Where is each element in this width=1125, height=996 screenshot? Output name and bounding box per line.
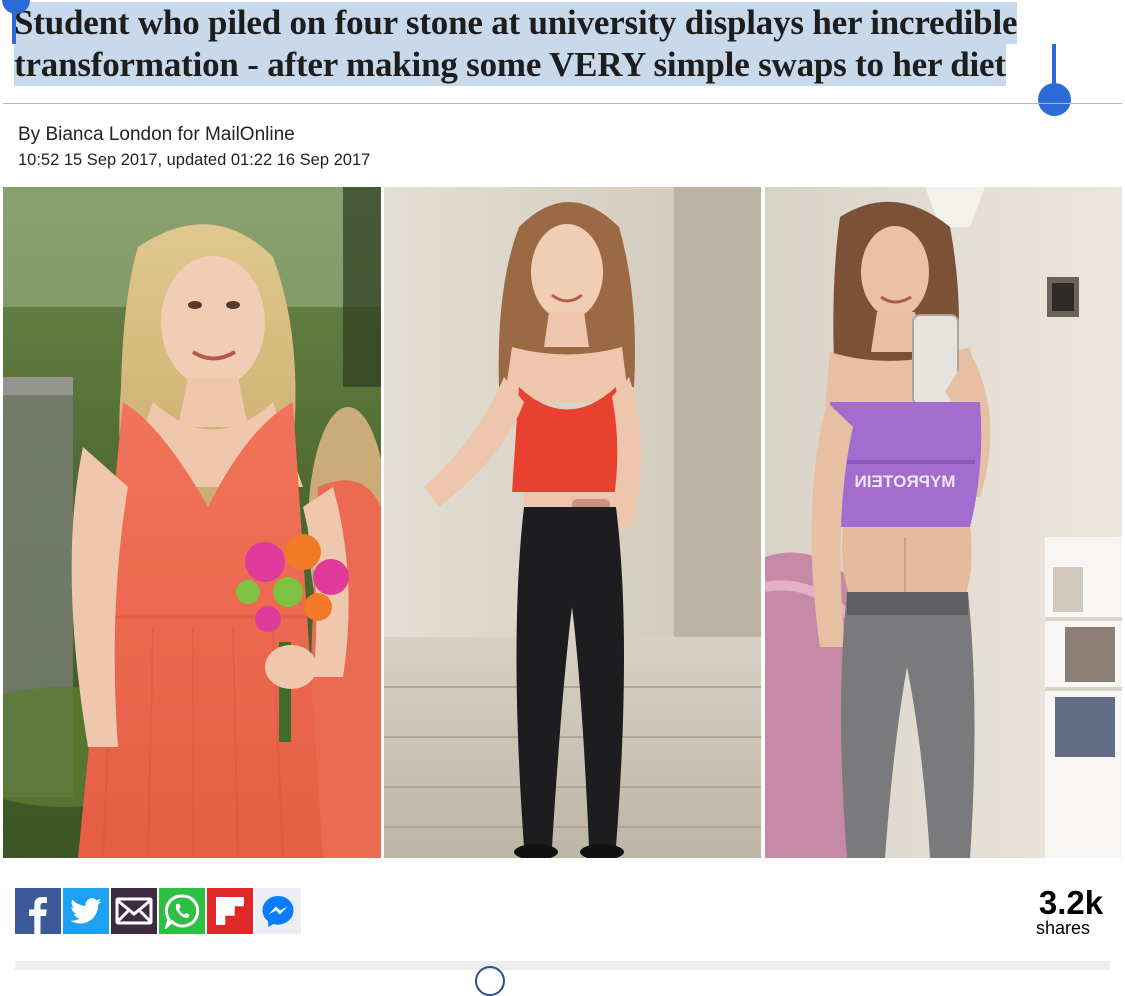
photo-after-sports-bra[interactable]: MYPROTEIN [765, 187, 1122, 858]
share-email-button[interactable] [111, 888, 157, 934]
twitter-icon [70, 898, 102, 924]
share-twitter-button[interactable] [63, 888, 109, 934]
share-whatsapp-button[interactable] [159, 888, 205, 934]
share-messenger-button[interactable] [255, 888, 301, 934]
partial-circle-icon [475, 966, 505, 996]
photo-progress-red-top[interactable] [384, 187, 761, 858]
headline-divider [3, 103, 1122, 104]
next-section-strip [15, 961, 1110, 970]
article-headline[interactable]: Student who piled on four stone at unive… [14, 2, 1114, 86]
facebook-icon [29, 897, 47, 934]
flipboard-icon [216, 897, 244, 925]
photo-before-coral-dress[interactable] [3, 187, 381, 858]
share-facebook-button[interactable] [15, 888, 61, 934]
messenger-icon [262, 896, 294, 927]
share-count: 3.2k [1038, 884, 1104, 921]
share-flipboard-button[interactable] [207, 888, 253, 934]
selection-end-handle[interactable] [1038, 83, 1071, 116]
article-timestamp: 10:52 15 Sep 2017, updated 01:22 16 Sep … [18, 151, 371, 169]
sports-bra-logo-text: MYPROTEIN [854, 472, 955, 491]
article-byline: By Bianca London for MailOnline [18, 124, 295, 145]
envelope-icon [115, 897, 153, 925]
whatsapp-icon [164, 894, 200, 929]
share-count-label: shares [1035, 918, 1091, 938]
selected-headline-text[interactable]: Student who piled on four stone at unive… [14, 2, 1018, 86]
